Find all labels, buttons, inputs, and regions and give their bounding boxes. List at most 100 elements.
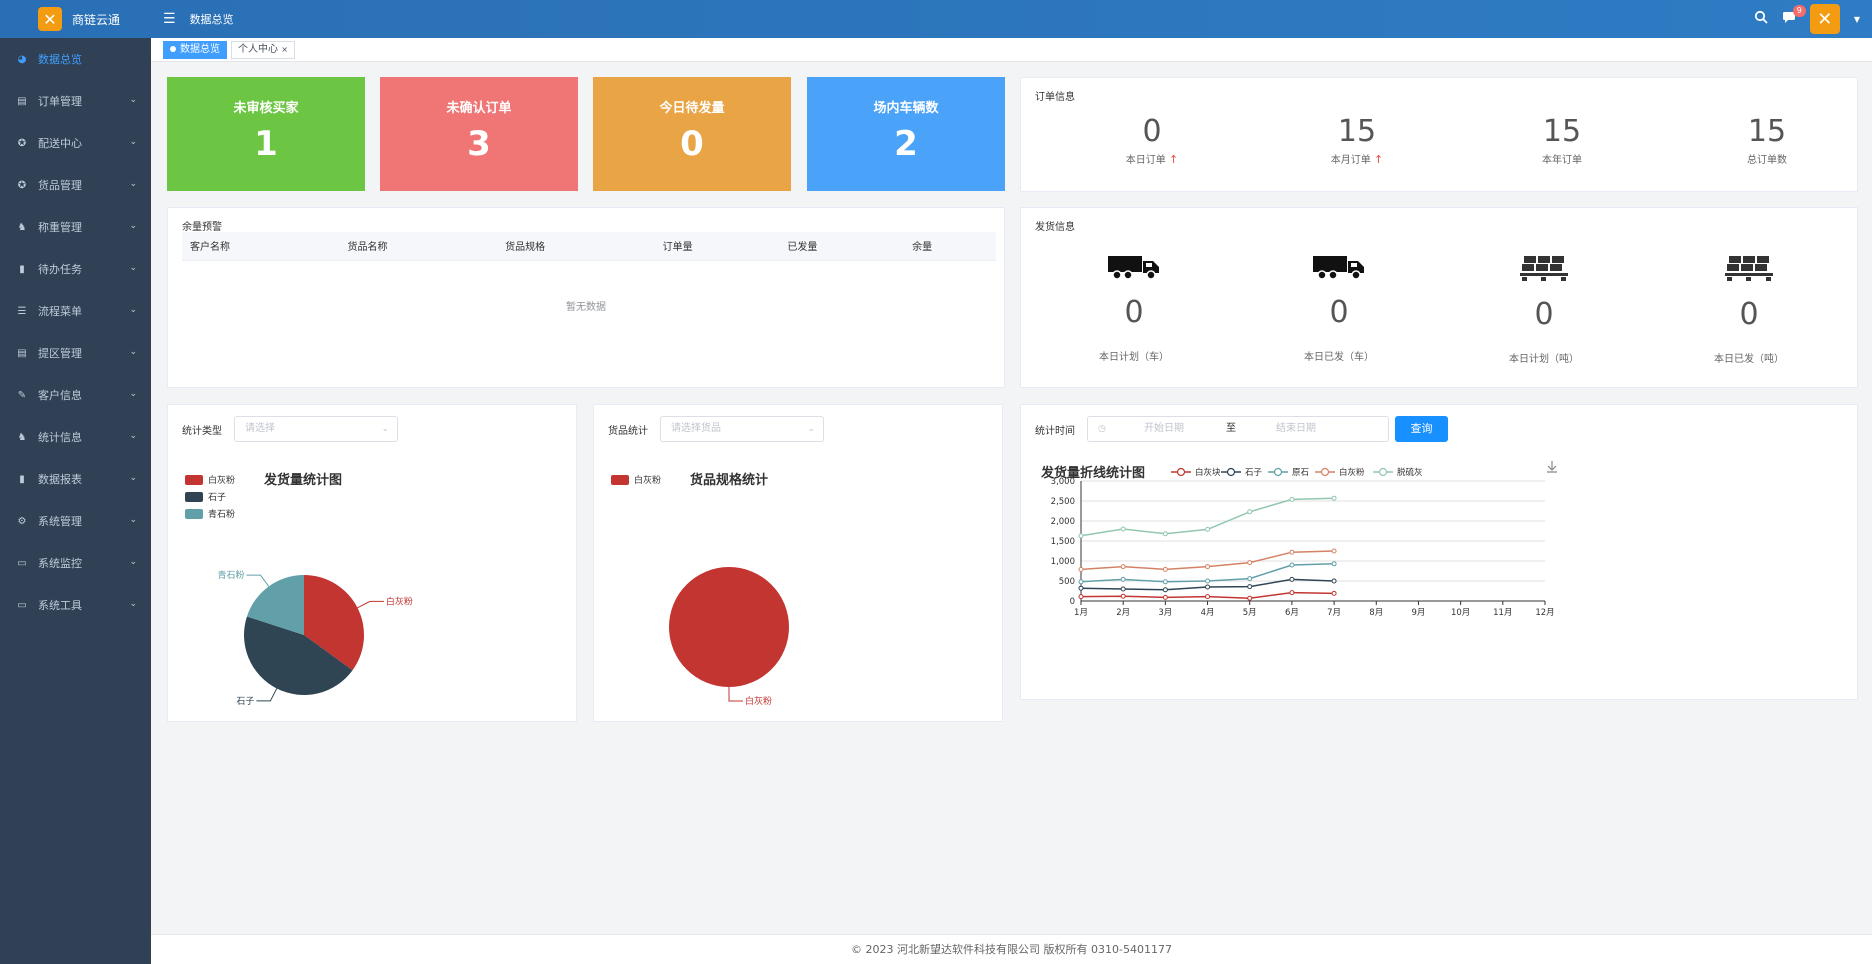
sidebar-item[interactable]: ▤ 订单管理 ⌄ [0, 80, 151, 122]
data-point[interactable] [1120, 593, 1126, 599]
legend-label[interactable]: 脱硫灰 [1397, 467, 1423, 478]
data-point[interactable] [1120, 576, 1126, 582]
data-point[interactable] [1078, 579, 1084, 585]
sidebar-item[interactable]: ♞ 称重管理 ⌄ [0, 206, 151, 248]
data-point[interactable] [1120, 564, 1126, 570]
legend-label[interactable]: 青石粉 [208, 508, 235, 520]
sidebar-item[interactable]: ✪ 货品管理 ⌄ [0, 164, 151, 206]
data-point[interactable] [1289, 562, 1295, 568]
tag-personal-center[interactable]: 个人中心 × [231, 40, 295, 59]
sidebar-item[interactable]: ⚙ 系统管理 ⌄ [0, 500, 151, 542]
date-range-picker[interactable]: ◷ 开始日期 至 结束日期 [1087, 416, 1389, 442]
legend-marker[interactable] [1378, 467, 1388, 477]
search-icon[interactable] [1754, 10, 1768, 28]
legend-swatch[interactable] [185, 492, 203, 502]
data-point[interactable] [1289, 576, 1295, 582]
order-info-card: 订单信息 0 本日订单 ↑ 15 本月订单 ↑ 15 本年订单 15 总订单数 [1020, 77, 1858, 192]
sidebar-item-label: 系统工具 [38, 599, 82, 612]
data-point[interactable] [1162, 579, 1168, 585]
data-point[interactable] [1331, 495, 1337, 501]
sidebar-item[interactable]: ▮ 数据报表 ⌄ [0, 458, 151, 500]
data-point[interactable] [1331, 578, 1337, 584]
shipment-pie-card: 统计类型 请选择 ⌄ 白灰粉 石子 青石粉 发货量统计图 白灰粉 石子 青石粉 [167, 404, 577, 722]
goods-select[interactable]: 请选择货品 ⌄ [660, 416, 824, 442]
data-point[interactable] [1205, 584, 1211, 590]
sidebar-item[interactable]: ▭ 系统监控 ⌄ [0, 542, 151, 584]
sidebar-item[interactable]: ✪ 配送中心 ⌄ [0, 122, 151, 164]
tag-dashboard[interactable]: 数据总览 [163, 40, 227, 59]
avatar[interactable]: ✕ [1809, 4, 1840, 34]
data-point[interactable] [1331, 590, 1337, 596]
goods-icon: ✪ [17, 179, 27, 191]
stat-card[interactable]: 未审核买家 1 [167, 77, 365, 191]
data-point[interactable] [1205, 594, 1211, 600]
data-point[interactable] [1078, 566, 1084, 572]
data-point[interactable] [1247, 560, 1253, 566]
data-point[interactable] [1331, 561, 1337, 567]
data-point[interactable] [1247, 576, 1253, 582]
data-point[interactable] [1078, 533, 1084, 539]
data-point[interactable] [1078, 594, 1084, 600]
stat-card[interactable]: 今日待发量 0 [593, 77, 791, 191]
chevron-down-icon: ⌄ [381, 424, 389, 434]
tag-label: 个人中心 [238, 43, 278, 55]
data-point[interactable] [1205, 526, 1211, 532]
data-point[interactable] [1289, 549, 1295, 555]
data-point[interactable] [1331, 548, 1337, 554]
data-point[interactable] [1120, 586, 1126, 592]
legend-label[interactable]: 原石 [1292, 468, 1309, 478]
data-point[interactable] [1078, 585, 1084, 591]
legend-marker[interactable] [1176, 467, 1186, 477]
legend-label[interactable]: 白灰块 [1195, 467, 1221, 478]
legend-label[interactable]: 白灰粉 [634, 474, 661, 486]
sidebar-item[interactable]: ✎ 客户信息 ⌄ [0, 374, 151, 416]
end-date-input[interactable]: 结束日期 [1276, 417, 1316, 441]
sidebar-item[interactable]: ◕ 数据总览 [0, 38, 151, 80]
download-icon[interactable] [1547, 461, 1557, 473]
order-value: 15 [1747, 114, 1787, 149]
shipping-info-card: 发货信息 0 本日计划（车） 0 本日已发（车） 0 本日计划（吨） 0 本日已发（吨） [1020, 207, 1858, 388]
order-label: 本年订单 [1542, 155, 1582, 166]
query-button[interactable]: 查询 [1395, 416, 1448, 442]
message-icon[interactable]: 9 [1782, 4, 1806, 28]
legend-marker[interactable] [1226, 467, 1236, 477]
data-point[interactable] [1247, 509, 1253, 515]
data-point[interactable] [1289, 496, 1295, 502]
data-point[interactable] [1162, 531, 1168, 537]
stat-card[interactable]: 场内车辆数 2 [807, 77, 1005, 191]
sidebar-item[interactable]: ▮ 待办任务 ⌄ [0, 248, 151, 290]
legend-marker[interactable] [1273, 467, 1283, 477]
tags-view: 数据总览 个人中心 × [151, 38, 1872, 62]
calendar-icon: ◷ [1098, 424, 1106, 434]
chevron-down-icon[interactable]: ▼ [1854, 15, 1860, 24]
data-point[interactable] [1289, 590, 1295, 596]
sidebar-item[interactable]: ♞ 统计信息 ⌄ [0, 416, 151, 458]
legend-label[interactable]: 石子 [1245, 468, 1263, 478]
data-point[interactable] [1205, 578, 1211, 584]
data-point[interactable] [1247, 584, 1253, 590]
pie-slice[interactable] [669, 567, 789, 687]
hamburger-icon[interactable]: ☰ [163, 11, 176, 27]
chevron-down-icon: ⌄ [129, 95, 137, 105]
data-point[interactable] [1205, 564, 1211, 570]
legend-label[interactable]: 白灰粉 [208, 474, 235, 486]
data-point[interactable] [1120, 526, 1126, 532]
legend-swatch[interactable] [185, 509, 203, 519]
start-date-input[interactable]: 开始日期 [1144, 417, 1184, 441]
sidebar-item[interactable]: ☰ 流程菜单 ⌄ [0, 290, 151, 332]
legend-swatch[interactable] [185, 475, 203, 485]
close-icon[interactable]: × [281, 45, 288, 54]
data-point[interactable] [1247, 595, 1253, 601]
sidebar-item[interactable]: ▭ 系统工具 ⌄ [0, 584, 151, 626]
legend-marker[interactable] [1320, 467, 1330, 477]
data-point[interactable] [1162, 587, 1168, 593]
legend-label[interactable]: 白灰粉 [1339, 467, 1365, 478]
data-point[interactable] [1162, 566, 1168, 572]
legend-label[interactable]: 石子 [208, 492, 226, 503]
shipping-label: 本日已发（吨） [1714, 354, 1784, 365]
data-point[interactable] [1162, 594, 1168, 600]
stat-type-select[interactable]: 请选择 ⌄ [234, 416, 398, 442]
stat-card[interactable]: 未确认订单 3 [380, 77, 578, 191]
sidebar-item[interactable]: ▤ 提区管理 ⌄ [0, 332, 151, 374]
legend-swatch[interactable] [611, 475, 629, 485]
